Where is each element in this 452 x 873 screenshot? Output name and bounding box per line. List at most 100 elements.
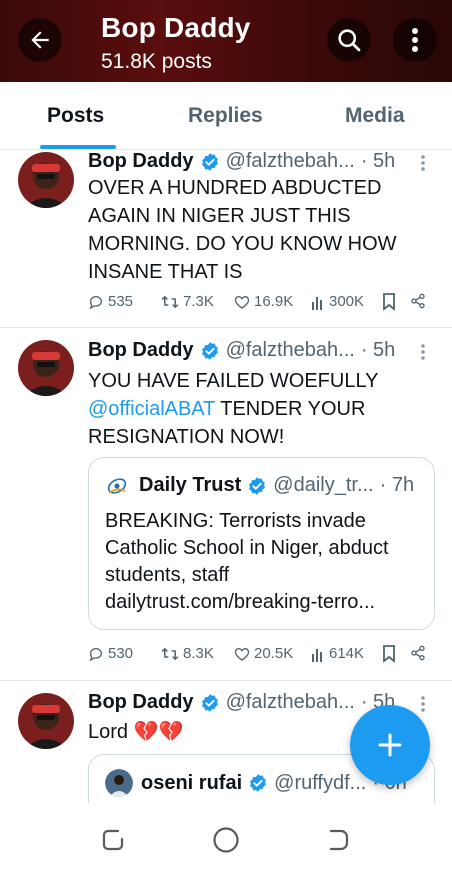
more-vertical-icon (412, 28, 418, 52)
verified-badge-icon (200, 152, 220, 172)
verified-badge-icon (200, 341, 220, 361)
back-nav-button[interactable] (323, 825, 353, 855)
post-text: YOU HAVE FAILED WOEFULLY @officialABAT T… (88, 367, 428, 451)
more-vertical-icon (421, 696, 425, 712)
reply-count: 530 (108, 645, 134, 662)
avatar[interactable] (18, 340, 74, 396)
bookmark-button[interactable] (382, 293, 396, 311)
view-count: 300K (329, 293, 365, 310)
repost-count: 7.3K (183, 293, 214, 310)
bookmark-button[interactable] (382, 645, 396, 663)
post-count: 51.8K posts (101, 50, 212, 73)
author-handle[interactable]: @falzthebah... (226, 150, 355, 173)
repost-icon (161, 647, 179, 660)
search-icon (338, 29, 361, 52)
back-nav-icon (329, 829, 349, 851)
analytics-icon (312, 648, 322, 662)
quoted-author-name[interactable]: Daily Trust (139, 474, 241, 497)
reply-button[interactable]: 535 (88, 293, 133, 310)
quoted-author-handle[interactable]: @ruffydf... (274, 772, 366, 795)
bookmark-icon (383, 645, 395, 663)
quoted-author-name[interactable]: oseni rufai (141, 772, 242, 795)
plus-icon (378, 733, 402, 757)
post-time: · 5h (360, 150, 396, 172)
reply-icon (89, 295, 102, 309)
post-header: Bop Daddy @falzthebah... · 5h (88, 691, 395, 714)
tab-posts[interactable]: Posts (47, 104, 104, 128)
post-actions: 535 7.3K 16.9K 300K (88, 293, 438, 315)
active-tab-indicator (40, 145, 116, 149)
avatar[interactable] (18, 152, 74, 208)
post-more-button[interactable] (420, 695, 428, 718)
repost-icon (161, 295, 179, 308)
verified-badge-icon (247, 476, 267, 496)
reply-count: 535 (108, 293, 134, 310)
repost-count: 8.3K (183, 645, 214, 662)
avatar[interactable] (18, 693, 74, 749)
back-arrow-icon (31, 31, 49, 49)
author-name[interactable]: Bop Daddy (88, 691, 194, 714)
verified-badge-icon (200, 693, 220, 713)
back-button[interactable] (18, 18, 62, 62)
views-button[interactable]: 614K (311, 645, 364, 662)
post-header: Bop Daddy @falzthebah... · 5h (88, 150, 395, 173)
tab-media[interactable]: Media (345, 104, 405, 128)
reply-button[interactable]: 530 (88, 645, 133, 662)
repost-button[interactable]: 7.3K (161, 293, 214, 310)
author-name[interactable]: Bop Daddy (88, 339, 194, 362)
post-header: Bop Daddy @falzthebah... · 5h (88, 339, 395, 362)
compose-post-button[interactable] (350, 705, 430, 785)
quoted-author-handle[interactable]: @daily_tr... (273, 474, 373, 497)
post-actions: 530 8.3K 20.5K 614K (88, 645, 438, 667)
author-name[interactable]: Bop Daddy (88, 150, 194, 173)
reply-icon (89, 647, 102, 661)
avatar-image (18, 152, 74, 208)
more-vertical-icon (421, 155, 425, 171)
quoted-post[interactable]: Daily Trust @daily_tr... · 7h BREAKING: … (88, 457, 435, 630)
verified-badge-icon (248, 773, 268, 793)
author-handle[interactable]: @falzthebah... (226, 691, 355, 714)
like-count: 20.5K (254, 645, 294, 662)
post-text-start: YOU HAVE FAILED WOEFULLY (88, 370, 379, 392)
quoted-post-body: BREAKING: Terrorists invade Catholic Sch… (105, 510, 389, 586)
more-options-button[interactable] (393, 18, 437, 62)
author-handle[interactable]: @falzthebah... (226, 339, 355, 362)
bookmark-icon (383, 293, 395, 311)
quoted-avatar-image (105, 769, 133, 797)
post-item[interactable]: Bop Daddy @falzthebah... · 5h YOU HAVE F… (0, 328, 452, 680)
repost-button[interactable]: 8.3K (161, 645, 214, 662)
analytics-icon (312, 296, 322, 310)
search-button[interactable] (327, 18, 371, 62)
home-button[interactable] (211, 825, 241, 855)
share-icon (411, 645, 425, 661)
recent-apps-icon (102, 829, 124, 851)
post-item[interactable]: Bop Daddy @falzthebah... · 5h OVER A HUN… (0, 150, 452, 327)
heart-icon (234, 647, 250, 661)
profile-tabs: Posts Replies Media (0, 82, 452, 150)
share-button[interactable] (410, 645, 426, 661)
avatar-image (18, 693, 74, 749)
home-circle-icon (213, 827, 239, 853)
more-vertical-icon (421, 344, 425, 360)
quoted-post-text: BREAKING: Terrorists invade Catholic Sch… (105, 508, 425, 616)
like-button[interactable]: 16.9K (234, 293, 293, 310)
recent-apps-button[interactable] (98, 825, 128, 855)
post-more-button[interactable] (420, 343, 428, 366)
heart-icon (234, 295, 250, 309)
post-time: · 5h (360, 339, 396, 361)
share-button[interactable] (410, 293, 426, 309)
mention-link[interactable]: @officialABAT (88, 398, 215, 420)
quoted-post-link[interactable]: dailytrust.com/breaking-terro... (105, 589, 425, 616)
profile-header: Bop Daddy 51.8K posts (0, 0, 452, 82)
daily-trust-logo-icon (107, 477, 127, 494)
view-count: 614K (329, 645, 365, 662)
avatar-image (18, 340, 74, 396)
system-navigation-bar (0, 803, 452, 873)
like-count: 16.9K (254, 293, 294, 310)
share-icon (411, 293, 425, 309)
tab-replies[interactable]: Replies (188, 104, 263, 128)
post-text: OVER A HUNDRED ABDUCTED AGAIN IN NIGER J… (88, 177, 397, 283)
views-button[interactable]: 300K (311, 293, 364, 310)
like-button[interactable]: 20.5K (234, 645, 293, 662)
quoted-post-time: · 7h (379, 474, 415, 496)
